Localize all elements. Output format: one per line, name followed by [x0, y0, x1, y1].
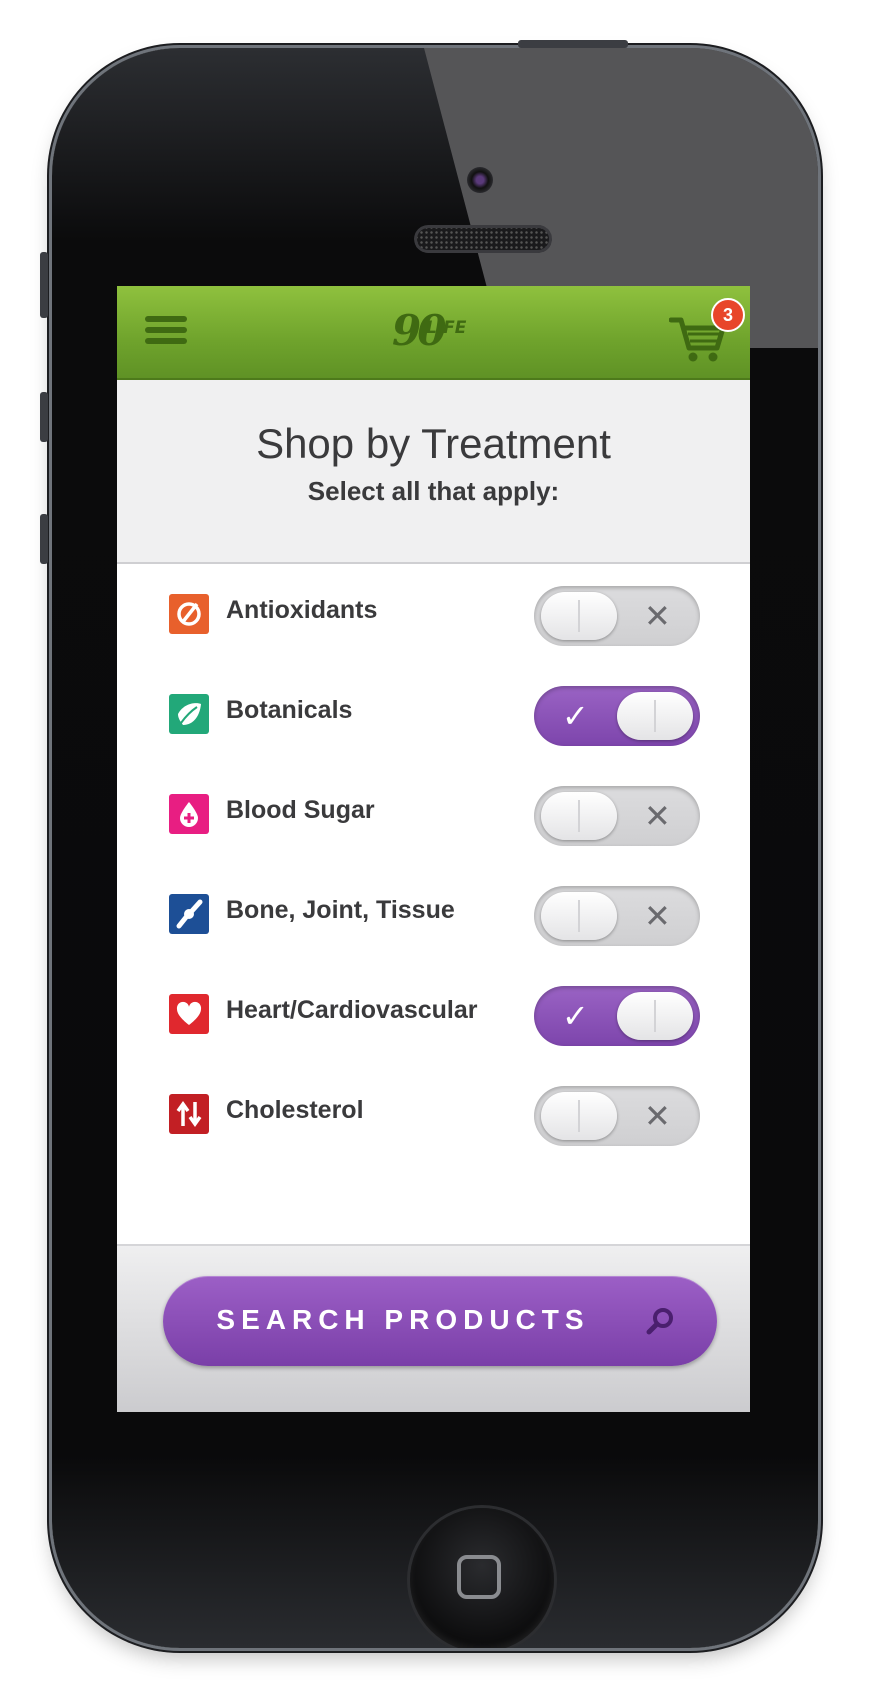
page-subtitle: Select all that apply: — [307, 476, 560, 506]
search-icon — [646, 1308, 673, 1335]
treatment-row-antioxidants: Antioxidants ✕ — [117, 564, 750, 664]
x-mark-icon: ✕ — [644, 1098, 671, 1134]
leaf-icon — [169, 694, 209, 734]
header-panel: Shop by Treatment Select all that apply: — [117, 380, 750, 564]
toggle-botanicals[interactable]: ✓ — [534, 686, 700, 746]
toggle-blood-sugar[interactable]: ✕ — [534, 786, 700, 846]
app-screen: 90 LIFE 3 Shop by Treatment Select all t… — [117, 286, 750, 1412]
bone-joint-icon — [169, 894, 209, 934]
check-mark-icon: ✓ — [562, 698, 589, 734]
treatment-label: Cholesterol — [226, 1096, 364, 1124]
toggle-knob — [541, 1092, 617, 1140]
treatment-list: Antioxidants ✕ Botanicals ✓ Blood Sugar — [117, 564, 750, 1230]
blood-drop-icon — [169, 794, 209, 834]
treatment-row-bone-joint-tissue: Bone, Joint, Tissue ✕ — [117, 864, 750, 964]
x-mark-icon: ✕ — [644, 598, 671, 634]
earpiece-speaker — [414, 225, 552, 253]
app-logo: 90 LIFE — [392, 306, 476, 362]
antioxidant-icon — [169, 594, 209, 634]
home-button[interactable] — [410, 1508, 554, 1648]
treatment-label: Antioxidants — [226, 596, 378, 624]
check-mark-icon: ✓ — [562, 998, 589, 1034]
toggle-knob — [541, 792, 617, 840]
home-square-icon — [457, 1555, 501, 1599]
front-camera — [467, 167, 493, 193]
volume-down-button — [40, 392, 48, 442]
treatment-row-heart: Heart/Cardiovascular ✓ — [117, 964, 750, 1064]
x-mark-icon: ✕ — [644, 798, 671, 834]
cart-count-badge: 3 — [711, 298, 745, 332]
toggle-knob — [541, 592, 617, 640]
search-products-label: SEARCH PRODUCTS — [216, 1304, 590, 1335]
toggle-knob — [617, 992, 693, 1040]
toggle-antioxidants[interactable]: ✕ — [534, 586, 700, 646]
toggle-cholesterol[interactable]: ✕ — [534, 1086, 700, 1146]
treatment-label: Bone, Joint, Tissue — [226, 896, 455, 924]
footer-bar: SEARCH PRODUCTS — [117, 1244, 750, 1412]
treatment-label: Heart/Cardiovascular — [226, 996, 478, 1024]
hamburger-menu-icon[interactable] — [145, 316, 187, 350]
mute-switch — [40, 514, 48, 564]
treatment-label: Blood Sugar — [226, 796, 375, 824]
treatment-row-botanicals: Botanicals ✓ — [117, 664, 750, 764]
toggle-knob — [617, 692, 693, 740]
up-down-arrows-icon — [169, 1094, 209, 1134]
heart-icon — [169, 994, 209, 1034]
toggle-knob — [541, 892, 617, 940]
power-button — [518, 40, 628, 48]
volume-up-button — [40, 252, 48, 318]
logo-word: LIFE — [426, 318, 467, 338]
toggle-bone-joint-tissue[interactable]: ✕ — [534, 886, 700, 946]
treatment-row-blood-sugar: Blood Sugar ✕ — [117, 764, 750, 864]
x-mark-icon: ✕ — [644, 898, 671, 934]
toggle-heart[interactable]: ✓ — [534, 986, 700, 1046]
treatment-row-cholesterol: Cholesterol ✕ — [117, 1064, 750, 1164]
page-title: Shop by Treatment — [256, 420, 611, 467]
treatment-label: Botanicals — [226, 696, 353, 724]
top-nav-bar: 90 LIFE — [117, 286, 750, 380]
search-products-button[interactable]: SEARCH PRODUCTS — [163, 1276, 717, 1366]
